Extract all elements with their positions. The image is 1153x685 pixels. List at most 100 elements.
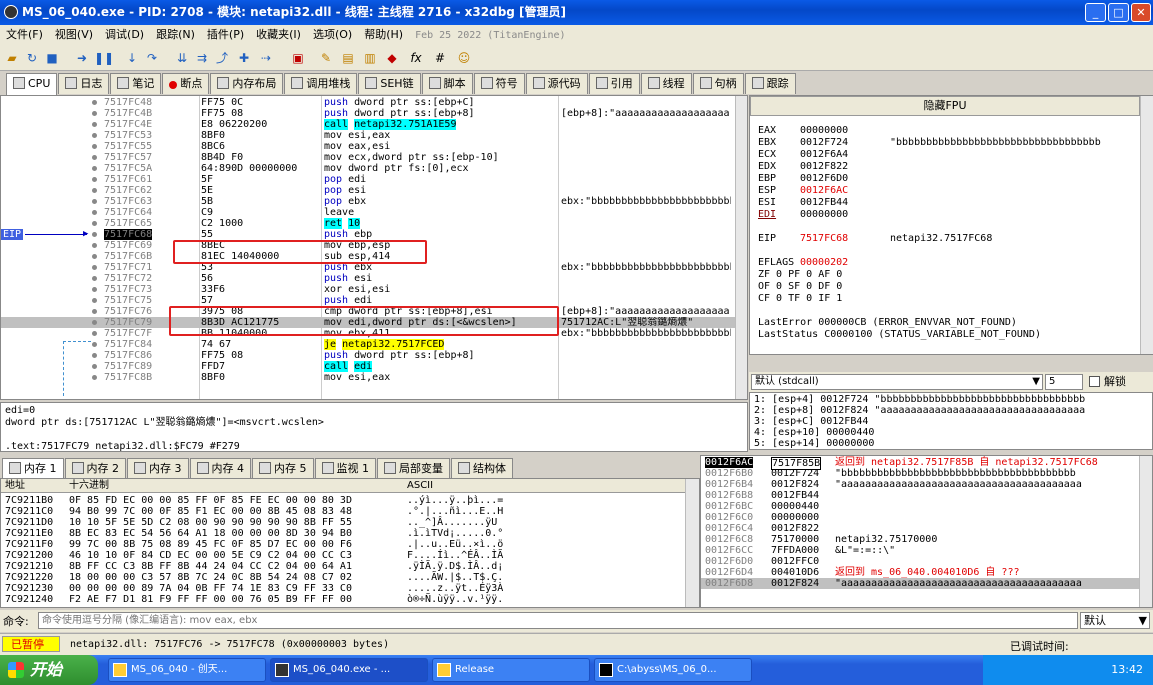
breakpoint-dot[interactable] [92,375,97,380]
bookmarks-icon[interactable]: ◆ [384,50,400,66]
register-esi[interactable]: ESI 0012FB44 [758,197,848,209]
close-button[interactable]: ✕ [1131,3,1151,22]
help-icon[interactable]: ☺ [456,50,472,66]
stack-row[interactable]: 0012F6D0 0012FFC0 [701,556,1141,567]
taskbar-item[interactable]: Release [432,658,590,682]
tab-notes[interactable]: 笔记 [110,73,162,94]
labels-icon[interactable]: ▥ [362,50,378,66]
stack-row[interactable]: 0012F6B8 0012FB44 [701,490,1141,501]
tab-dump-5[interactable]: 内存 5 [252,458,314,479]
argument-row[interactable]: 4: [esp+10] 00000440 [754,427,874,438]
patch-icon[interactable]: ✎ [318,50,334,66]
stack-row[interactable]: 0012F6AC 7517F85B 返回到 netapi32.7517F85B 自 … [701,457,1141,470]
disasm-row[interactable]: 7517FC4B FF75 08 push dword ptr ss:[ebp+8]… [1,108,747,119]
tab-log[interactable]: 日志 [58,73,110,94]
stop-icon[interactable]: ■ [44,50,60,66]
dump-row[interactable]: 7C921220 18 00 00 00 C3 57 8B 7C 24 0C 8B… [5,572,503,583]
disasm-row[interactable]: 7517FC72 56 push esi [1,273,747,284]
trace-over-icon[interactable]: ⇉ [194,50,210,66]
disasm-row[interactable]: 7517FC55 8BC6 mov eax,esi [1,141,747,152]
stack-row[interactable]: 0012F6B0 0012F724 "bbbbbbbbbbbbbbbbbbbbbbb… [701,468,1141,479]
step-into-icon[interactable]: ↓ [124,50,140,66]
dump-row[interactable]: 7C9211F0 99 7C 00 8B 75 08 89 45 FC 0F 85… [5,539,503,550]
breakpoint-dot[interactable] [92,298,97,303]
menu-view[interactable]: 视图(V) [49,28,99,41]
disasm-row[interactable]: 7517FC8B 8BF0 mov esi,eax [1,372,747,383]
argument-row[interactable]: 3: [esp+C] 0012FB44 [754,416,868,427]
stack-row[interactable]: 0012F6BC 00000440 [701,501,1141,512]
command-input[interactable] [38,612,1078,629]
dump-row[interactable]: 7C9211D0 10 10 5F 5E 5D C2 08 00 90 90 90… [5,517,497,528]
tab-call-stack[interactable]: 调用堆栈 [284,73,358,94]
breakpoint-dot[interactable] [92,188,97,193]
execute-till-return-icon[interactable]: ⤴ [214,50,230,66]
disasm-row[interactable]: 7517FC65 C2 1000 ret 10 [1,218,747,229]
disasm-row[interactable]: 7517FC61 5F pop edi [1,174,747,185]
register-ecx[interactable]: ECX 0012F6A4 [758,149,848,161]
dump-row[interactable]: 7C9211C0 94 B0 99 7C 00 0F 85 F1 EC 00 00… [5,506,503,517]
disasm-row[interactable]: 7517FC62 5E pop esi [1,185,747,196]
scylla-icon[interactable]: ▣ [290,50,306,66]
menu-file[interactable]: 文件(F) [0,28,49,41]
disasm-row[interactable]: 7517FC53 8BF0 mov esi,eax [1,130,747,141]
maximize-button[interactable]: □ [1108,3,1129,22]
taskbar-item[interactable]: C:\abyss\MS_06_0... [594,658,752,682]
minimize-button[interactable]: _ [1085,3,1106,22]
register-esp[interactable]: ESP 0012F6AC [758,185,848,197]
disasm-row[interactable]: 7517FC4E E8 06220200 call netapi32.751A1E5… [1,119,747,130]
argument-row[interactable]: 1: [esp+4] 0012F724 "bbbbbbbbbbbbbbbbbbb… [754,394,1085,405]
hide-fpu-button[interactable]: 隐藏FPU [750,96,1140,116]
register-eax[interactable]: EAX 00000000 [758,125,848,137]
register-ebx[interactable]: EBX 0012F724 "bbbbbbbbbbbbbbbbbbbbbbbbbbbb… [758,137,1101,149]
tab-script[interactable]: 脚本 [421,73,473,94]
tab-cpu[interactable]: CPU [6,73,58,96]
breakpoint-dot[interactable] [92,309,97,314]
stack-scrollbar[interactable] [1139,456,1152,607]
tab-seh[interactable]: SEH链 [358,73,421,94]
disasm-row[interactable]: 7517FC75 57 push edi [1,295,747,306]
register-eflags[interactable]: EFLAGS 00000202 [758,257,848,269]
run-to-user-code-icon[interactable]: ✚ [236,50,252,66]
tab-dump-3[interactable]: 内存 3 [127,458,189,479]
breakpoint-dot[interactable] [92,144,97,149]
breakpoint-dot[interactable] [92,331,97,336]
tab-handles[interactable]: 句柄 [692,73,744,94]
breakpoint-dot[interactable] [92,221,97,226]
trace-into-icon[interactable]: ⇊ [174,50,190,66]
dump-row[interactable]: 7C921240 F2 AE F7 D1 81 F9 FF FF 00 00 76… [5,594,503,605]
register-edi[interactable]: EDI 00000000 [758,209,848,221]
stack-row[interactable]: 0012F6C0 00000000 [701,512,1141,523]
tab-memory-map[interactable]: 内存布局 [210,73,284,94]
breakpoint-dot[interactable] [92,199,97,204]
tab-trace[interactable]: 跟踪 [744,73,796,94]
breakpoint-dot[interactable] [92,111,97,116]
register-eip[interactable]: EIP 7517FC68 netapi32.7517FC68 [758,233,992,245]
comments-icon[interactable]: ▤ [340,50,356,66]
animate-icon[interactable]: ⇢ [258,50,274,66]
stack-view[interactable]: 0012F6AC 7517F85B 返回到 netapi32.7517F85B 自 … [700,455,1153,608]
dump-scrollbar[interactable] [685,479,699,607]
stack-row[interactable]: 0012F6C4 0012F822 [701,523,1141,534]
breakpoint-dot[interactable] [92,287,97,292]
disasm-row[interactable]: 7517FC63 5B pop ebx ebx:"bbbbbbbbbbbbbbbbbb… [1,196,747,207]
disasm-row[interactable]: 7517FC48 FF75 0C push dword ptr ss:[ebp+C] [1,97,747,108]
disasm-row[interactable]: 7517FC89 FFD7 call edi [1,361,747,372]
taskbar-item-active[interactable]: MS_06_040.exe - ... [270,658,428,682]
arg-count-spinner[interactable]: 5 [1045,374,1083,390]
breakpoint-dot[interactable] [92,133,97,138]
functions-icon[interactable]: fx [408,50,424,66]
disasm-row[interactable]: 7517FC73 33F6 xor esi,esi [1,284,747,295]
breakpoint-dot[interactable] [92,155,97,160]
disasm-row[interactable]: 7517FC57 8B4D F0 mov ecx,dword ptr ss:[ebp… [1,152,747,163]
taskbar-item[interactable]: MS_06_040 - 创天... [108,658,266,682]
tab-dump-4[interactable]: 内存 4 [189,458,251,479]
tab-struct[interactable]: 结构体 [451,458,513,479]
breakpoint-dot[interactable] [92,232,97,237]
argument-row[interactable]: 5: [esp+14] 00000000 [754,438,874,449]
tab-dump-2[interactable]: 内存 2 [64,458,126,479]
breakpoint-dot[interactable] [92,254,97,259]
dump-row[interactable]: 7C9211B0 0F 85 FD EC 00 00 85 FF 0F 85 FE… [5,495,503,506]
disasm-row[interactable]: 7517FC5A 64:890D 00000000 mov dword ptr fs… [1,163,747,174]
flags-row[interactable]: ZF 0 PF 0 AF 0 [758,269,842,281]
dump-row[interactable]: 7C9211E0 8B EC 83 EC 54 56 64 A1 18 00 00… [5,528,503,539]
